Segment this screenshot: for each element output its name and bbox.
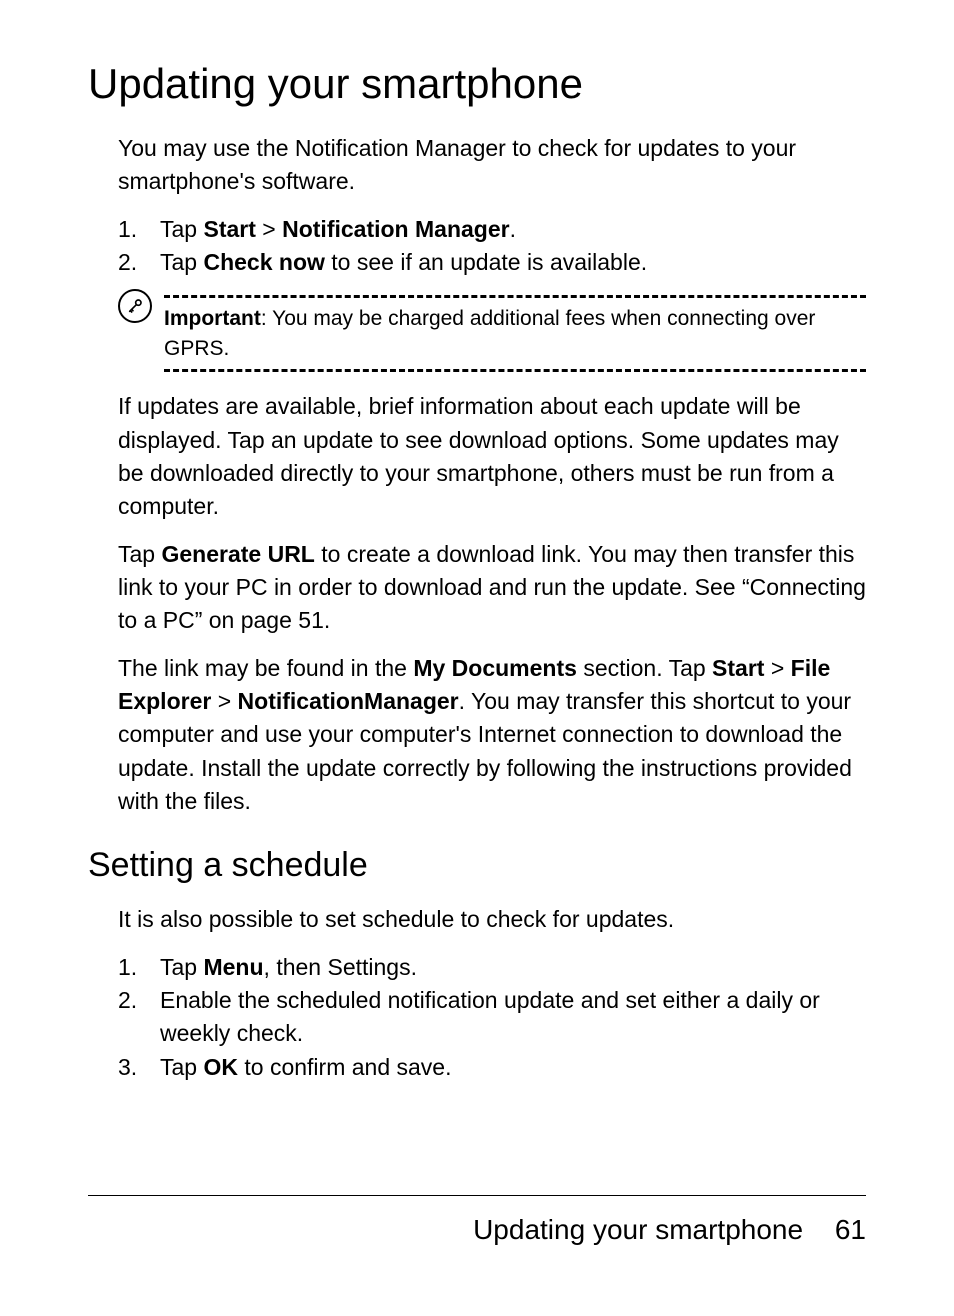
step-1: Tap Start > Notification Manager. bbox=[118, 213, 866, 246]
note-body: : You may be charged additional fees whe… bbox=[164, 307, 815, 359]
page-number: 61 bbox=[835, 1214, 866, 1246]
key-icon bbox=[118, 289, 152, 323]
dashed-rule-top bbox=[164, 295, 866, 298]
dashed-rule-bottom bbox=[164, 369, 866, 372]
important-note: Important: You may be charged additional… bbox=[118, 295, 866, 372]
steps-list-1: Tap Start > Notification Manager. Tap Ch… bbox=[88, 213, 866, 280]
s2-1-c: , then Settings. bbox=[264, 954, 417, 980]
paragraph-3: Tap Generate URL to create a download li… bbox=[88, 538, 866, 638]
page-heading: Updating your smartphone bbox=[88, 60, 866, 108]
s2-1-b: Menu bbox=[203, 954, 263, 980]
p4-e: > bbox=[764, 655, 790, 681]
step-1-text-d: Notification Manager bbox=[282, 216, 509, 242]
s2-3-b: OK bbox=[203, 1054, 238, 1080]
paragraph-5: It is also possible to set schedule to c… bbox=[88, 903, 866, 936]
step2-2: Enable the scheduled notification update… bbox=[118, 984, 866, 1051]
p3-b: Generate URL bbox=[161, 541, 314, 567]
step-1-text-a: Tap bbox=[160, 216, 203, 242]
s2-1-a: Tap bbox=[160, 954, 203, 980]
p4-a: The link may be found in the bbox=[118, 655, 413, 681]
note-text: Important: You may be charged additional… bbox=[164, 304, 866, 363]
step-1-text-e: . bbox=[510, 216, 516, 242]
paragraph-4: The link may be found in the My Document… bbox=[88, 652, 866, 819]
s2-3-c: to confirm and save. bbox=[238, 1054, 452, 1080]
step-2-text-a: Tap bbox=[160, 249, 203, 275]
step-2: Tap Check now to see if an update is ava… bbox=[118, 246, 866, 279]
subheading: Setting a schedule bbox=[88, 846, 866, 885]
step-1-text-c: > bbox=[256, 216, 282, 242]
step2-3: Tap OK to confirm and save. bbox=[118, 1051, 866, 1084]
steps-list-2: Tap Menu, then Settings. Enable the sche… bbox=[88, 951, 866, 1084]
s2-3-a: Tap bbox=[160, 1054, 203, 1080]
p4-d: Start bbox=[712, 655, 764, 681]
p4-h: NotificationManager bbox=[238, 688, 459, 714]
footer-title: Updating your smartphone bbox=[473, 1214, 803, 1245]
p4-c: section. Tap bbox=[577, 655, 712, 681]
note-label: Important bbox=[164, 307, 261, 330]
intro-paragraph: You may use the Notification Manager to … bbox=[88, 132, 866, 199]
page-footer: Updating your smartphone 61 bbox=[88, 1195, 866, 1246]
p3-a: Tap bbox=[118, 541, 161, 567]
p4-g: > bbox=[211, 688, 237, 714]
step-2-text-c: to see if an update is available. bbox=[325, 249, 647, 275]
paragraph-2: If updates are available, brief informat… bbox=[88, 390, 866, 523]
step2-1: Tap Menu, then Settings. bbox=[118, 951, 866, 984]
step-1-text-b: Start bbox=[203, 216, 255, 242]
p4-b: My Documents bbox=[413, 655, 577, 681]
manual-page: Updating your smartphone You may use the… bbox=[0, 0, 954, 1316]
step-2-text-b: Check now bbox=[203, 249, 324, 275]
